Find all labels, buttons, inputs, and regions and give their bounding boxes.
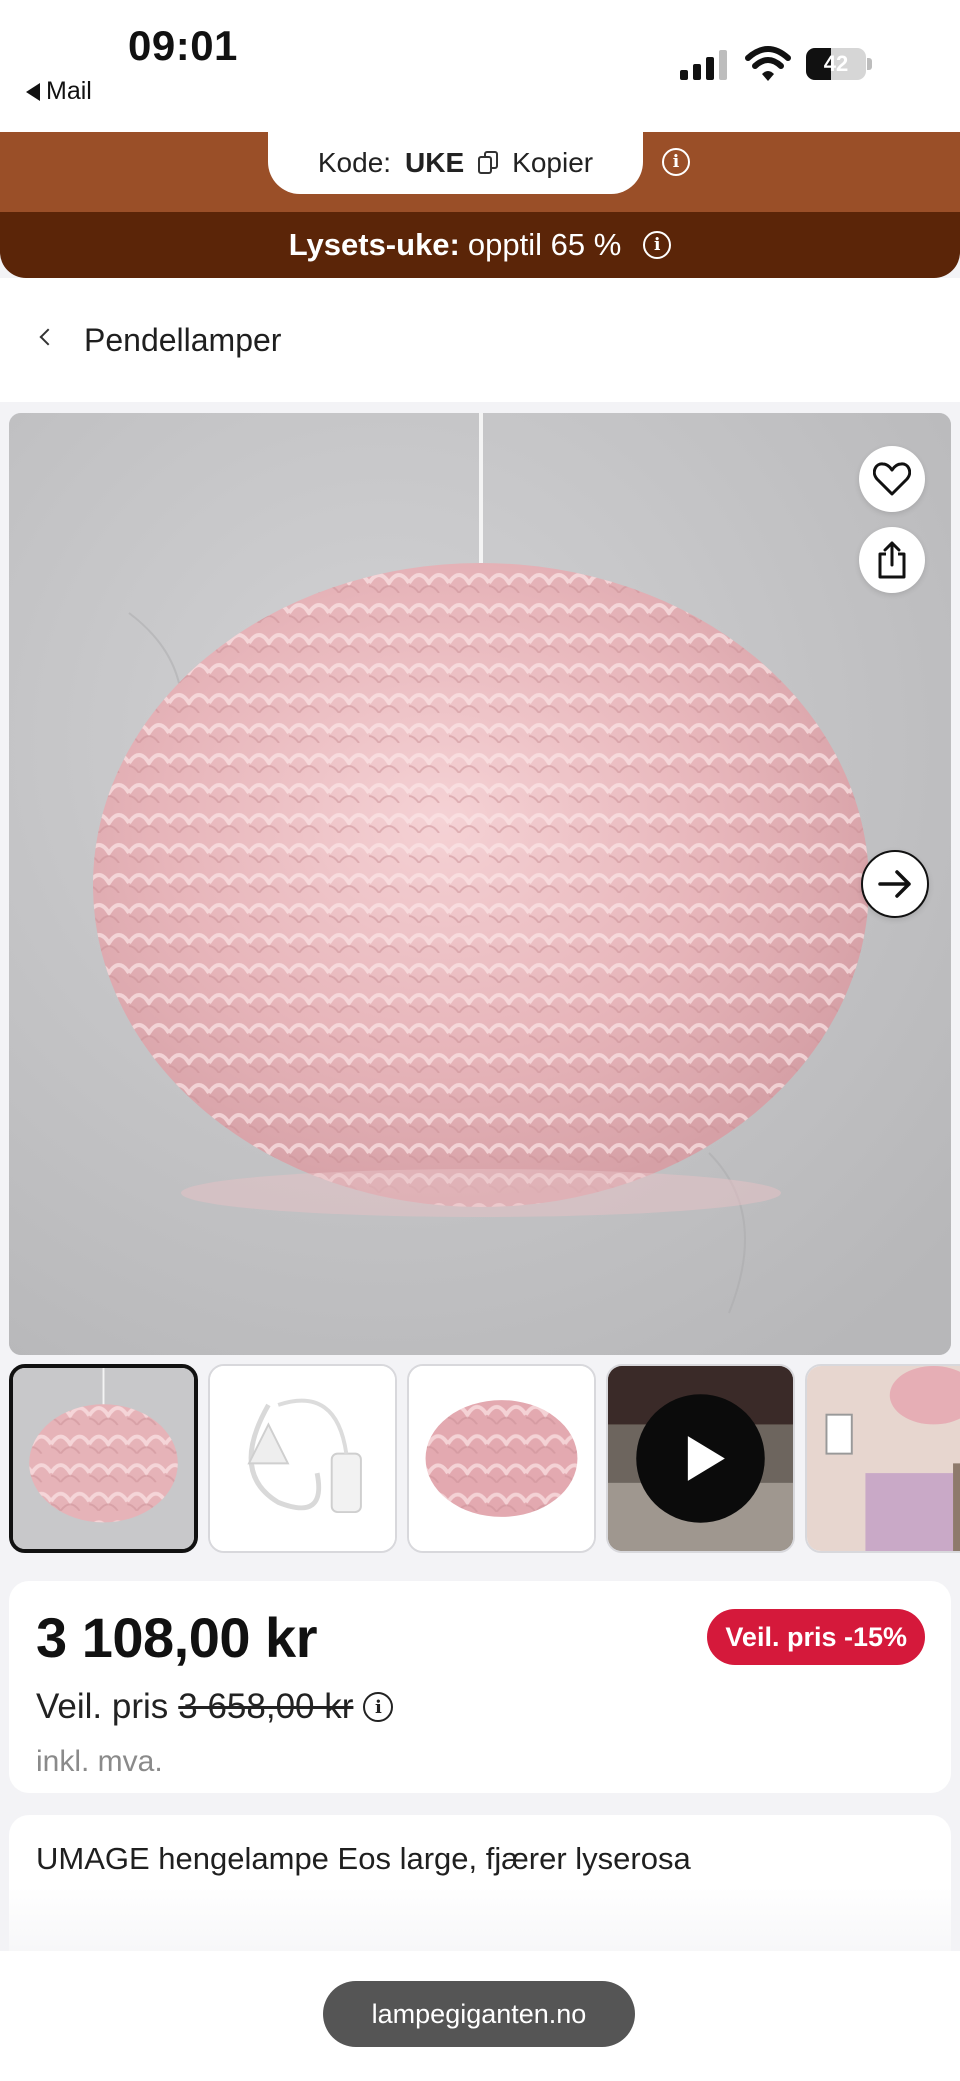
info-icon[interactable]: i <box>662 148 690 176</box>
arrow-right-icon <box>878 870 911 898</box>
battery-level: 42 <box>823 51 849 76</box>
back-to-mail[interactable]: Mail <box>26 77 92 106</box>
vat-note: inkl. mva. <box>36 1745 163 1778</box>
copy-label: Kopier <box>512 147 594 178</box>
discount-badge: Veil. pris -15% <box>707 1609 925 1665</box>
wifi-icon <box>745 46 791 81</box>
product-title: UMAGE hengelampe Eos large, fjærer lyser… <box>36 1841 691 1876</box>
promo-code-banner: Kode: UKE Kopier i <box>0 132 960 212</box>
address-bar[interactable]: lampegiganten.no <box>323 1981 635 2047</box>
copy-code-pill[interactable]: Kode: UKE Kopier <box>268 132 643 194</box>
breadcrumb-label: Pendellamper <box>84 322 282 358</box>
price-card: 3 108,00 kr Veil. pris -15% Veil. pris 3… <box>9 1581 951 1793</box>
chevron-left-icon <box>39 328 57 346</box>
info-icon: i <box>643 231 672 259</box>
thumbnail-video[interactable] <box>606 1364 795 1553</box>
breadcrumb[interactable]: Pendellamper <box>0 278 960 402</box>
browser-bottom-bar: lampegiganten.no <box>0 1951 960 2081</box>
share-icon <box>878 541 906 579</box>
promo-code: UKE <box>405 147 465 178</box>
campaign-lead: Lysets-uke: <box>288 227 460 262</box>
rrp-label: Veil. pris <box>36 1687 169 1726</box>
pink-feather-lamp-photo <box>9 413 951 1355</box>
thumbnail-strip[interactable] <box>0 1364 960 1554</box>
thumbnail-cord-set[interactable] <box>208 1364 397 1553</box>
heart-icon <box>873 462 911 496</box>
thumbnail-lamp[interactable] <box>9 1364 198 1553</box>
back-label: Mail <box>46 77 92 105</box>
back-triangle-icon <box>26 82 40 101</box>
thumbnail-shade[interactable] <box>407 1364 596 1553</box>
battery-icon: 42 <box>806 48 872 80</box>
next-image-button[interactable] <box>861 850 929 918</box>
rrp-value: 3 658,00 kr <box>178 1687 354 1726</box>
product-main-image[interactable] <box>9 413 951 1355</box>
campaign-banner[interactable]: Lysets-uke: opptil 65 % i <box>0 212 960 278</box>
campaign-text: opptil 65 % <box>467 227 622 262</box>
code-prefix: Kode: <box>317 147 392 178</box>
share-button[interactable] <box>859 527 925 593</box>
cellular-signal-icon <box>680 50 727 80</box>
favorite-button[interactable] <box>859 446 925 512</box>
product-price: 3 108,00 kr <box>36 1606 317 1669</box>
copy-icon <box>478 151 499 175</box>
info-icon[interactable]: i <box>363 1692 394 1722</box>
clock: 09:01 <box>128 22 238 69</box>
recommended-price: Veil. pris 3 658,00 kr i <box>36 1687 394 1727</box>
status-bar: 09:01 Mail 42 <box>0 0 960 132</box>
thumbnail-room[interactable] <box>805 1364 960 1553</box>
